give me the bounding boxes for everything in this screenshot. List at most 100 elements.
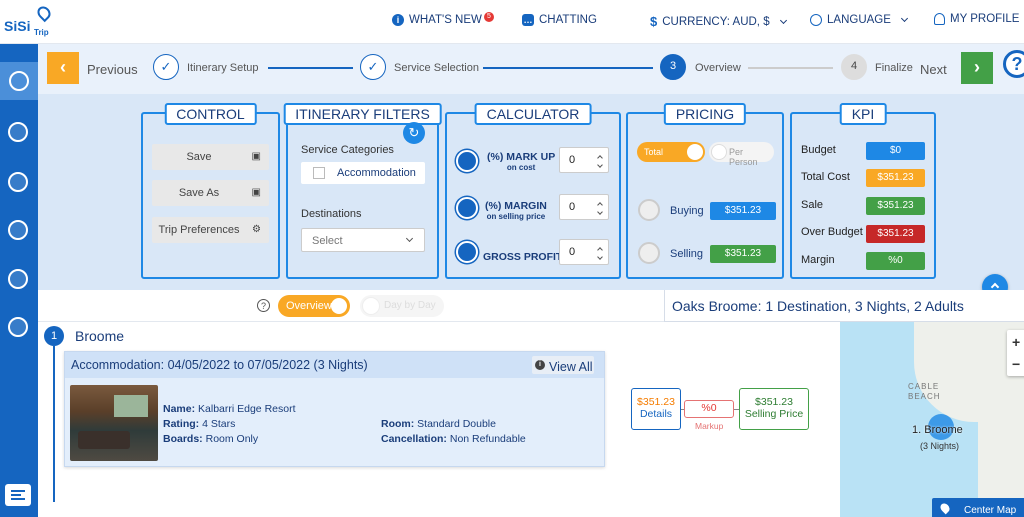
sidebar-item-user[interactable] [8, 122, 28, 142]
next-button[interactable]: Next [920, 62, 947, 77]
step-service-selection-check-icon[interactable]: ✓ [360, 54, 386, 80]
destinations-value: Select [312, 235, 343, 247]
markup-value-box[interactable]: %0 [684, 400, 734, 418]
globe-icon [810, 14, 822, 26]
trip-summary: Oaks Broome: 1 Destination, 3 Nights, 2 … [664, 290, 1024, 322]
language-dropdown[interactable]: LANGUAGE [810, 14, 908, 26]
whats-new-label: WHAT'S NEW [409, 14, 482, 26]
zoom-in-button[interactable]: + [1012, 334, 1020, 350]
sidebar-item-settings[interactable] [8, 317, 28, 337]
previous-arrow-button[interactable]: ‹ [47, 52, 79, 84]
pricing-panel: PRICING Total Per Person Buying $351.23 … [626, 103, 784, 279]
top-bar: SiSi Trip i WHAT'S NEW 5 … CHATTING $ CU… [0, 0, 1024, 44]
map-area-label: CABLE [908, 382, 940, 391]
chevron-down-icon [779, 16, 787, 24]
step-finalize-label[interactable]: Finalize [875, 62, 913, 74]
view-all-button[interactable]: i View All [532, 356, 594, 374]
zoom-out-button[interactable]: − [1012, 356, 1020, 372]
previous-button[interactable]: Previous [87, 62, 138, 77]
save-as-button[interactable]: Save As ▣ [152, 180, 269, 206]
sidebar-item-bag[interactable] [8, 269, 28, 289]
sidebar-item-layers[interactable] [0, 62, 38, 100]
chevron-down-icon [405, 234, 414, 243]
gross-profit-input[interactable]: 0 [559, 239, 609, 265]
gross-profit-value: 0 [569, 246, 576, 258]
save-as-label: Save As [178, 187, 220, 199]
trip-preferences-label: Trip Preferences [158, 224, 240, 236]
trip-preferences-button[interactable]: Trip Preferences ⚙ [152, 217, 269, 243]
chatting-link[interactable]: … CHATTING [522, 14, 597, 26]
refresh-icon[interactable]: ↻ [403, 122, 425, 144]
step-overview-label[interactable]: Overview [695, 62, 741, 74]
hotel-rating-value: 4 Stars [202, 418, 236, 430]
control-panels-area: CONTROL Save ▣ Save As ▣ Trip Preference… [38, 94, 1024, 290]
step-overview-number[interactable]: 3 [660, 54, 686, 80]
step-itinerary-setup-label[interactable]: Itinerary Setup [187, 62, 259, 74]
total-toggle[interactable]: Total [637, 142, 705, 162]
step-connector [748, 67, 833, 69]
hotel-cancellation-label: Cancellation: [381, 433, 447, 445]
increment-icon[interactable] [597, 155, 603, 161]
kpi-budget-value: $0 [866, 142, 925, 160]
selling-price-box[interactable]: $351.23 Selling Price [739, 388, 809, 430]
step-service-selection-label[interactable]: Service Selection [394, 62, 479, 74]
sidebar-item-circle[interactable] [8, 172, 28, 192]
service-categories-label: Service Categories [301, 144, 394, 156]
whats-new-link[interactable]: i WHAT'S NEW 5 [392, 12, 494, 26]
decrement-icon[interactable] [597, 162, 603, 168]
kpi-title: KPI [839, 103, 887, 125]
markup-input[interactable]: 0 [559, 147, 609, 173]
hotel-photo[interactable] [70, 385, 158, 461]
checkbox-icon[interactable] [313, 167, 325, 179]
next-arrow-button[interactable]: › [961, 52, 993, 84]
overview-toggle[interactable]: Overview [278, 295, 350, 317]
sisi-trip-logo[interactable]: SiSi Trip [4, 3, 56, 40]
hotel-name-label: Name: [163, 403, 196, 415]
details-price-box[interactable]: $351.23 Details [631, 388, 681, 430]
dollar-icon: $ [650, 14, 658, 29]
sidebar-menu-button[interactable] [5, 484, 31, 506]
margin-label: (%) MARGIN on selling price [485, 200, 547, 221]
location-pin-icon [34, 3, 54, 23]
logo-subtext: Trip [34, 28, 49, 37]
details-price-value: $351.23 [637, 396, 675, 408]
decrement-icon[interactable] [597, 209, 603, 215]
category-accommodation-checkbox[interactable]: Accommodation [301, 162, 425, 184]
currency-dropdown[interactable]: $ CURRENCY: AUD, $ [650, 14, 787, 29]
question-icon[interactable]: ? [257, 299, 270, 312]
decrement-icon[interactable] [597, 254, 603, 260]
step-itinerary-setup-check-icon[interactable]: ✓ [153, 54, 179, 80]
layers-icon [9, 71, 29, 91]
step-finalize-number[interactable]: 4 [841, 54, 867, 80]
kpi-over-budget-label: Over Budget [801, 226, 863, 238]
margin-input[interactable]: 0 [559, 194, 609, 220]
center-map-button[interactable]: Center Map [932, 498, 1024, 517]
per-person-toggle[interactable]: Per Person [709, 142, 774, 167]
sidebar-item-grid[interactable] [8, 220, 28, 240]
map-view[interactable]: CABLE BEACH 1. Broome (3 Nights) + − Cen… [840, 322, 1024, 517]
hotel-cancellation-value: Non Refundable [449, 433, 526, 445]
destinations-select[interactable]: Select [301, 228, 425, 252]
markup-label: (%) MARK UP on cost [487, 151, 555, 172]
day-by-day-toggle[interactable]: Day by Day [360, 295, 444, 317]
selling-price-label: Selling Price [744, 408, 804, 420]
buying-label: Buying [670, 205, 704, 217]
sidebar [0, 44, 38, 517]
kpi-sale-value: $351.23 [866, 197, 925, 215]
profile-menu[interactable]: MY PROFILE [934, 13, 1019, 25]
calculator-panel: CALCULATOR (%) MARK UP on cost 0 (%) MAR… [445, 103, 621, 279]
increment-icon[interactable] [597, 202, 603, 208]
accommodation-card-header: Accommodation: 04/05/2022 to 07/05/2022 … [65, 352, 604, 378]
hotel-cancellation-row: Cancellation: Non Refundable [381, 433, 526, 445]
save-button[interactable]: Save ▣ [152, 144, 269, 170]
margin-title: (%) MARGIN [485, 200, 547, 212]
wizard-stepper: ‹ Previous ✓ Itinerary Setup ✓ Service S… [38, 44, 1024, 94]
increment-icon[interactable] [597, 247, 603, 253]
help-icon[interactable]: ? [1003, 50, 1024, 78]
kpi-margin-value: %0 [866, 252, 925, 270]
total-toggle-label: Total [644, 147, 664, 157]
margin-value: 0 [569, 201, 576, 213]
info-icon: i [392, 14, 404, 26]
chatting-label: CHATTING [539, 14, 597, 26]
center-map-label: Center Map [964, 505, 1017, 516]
